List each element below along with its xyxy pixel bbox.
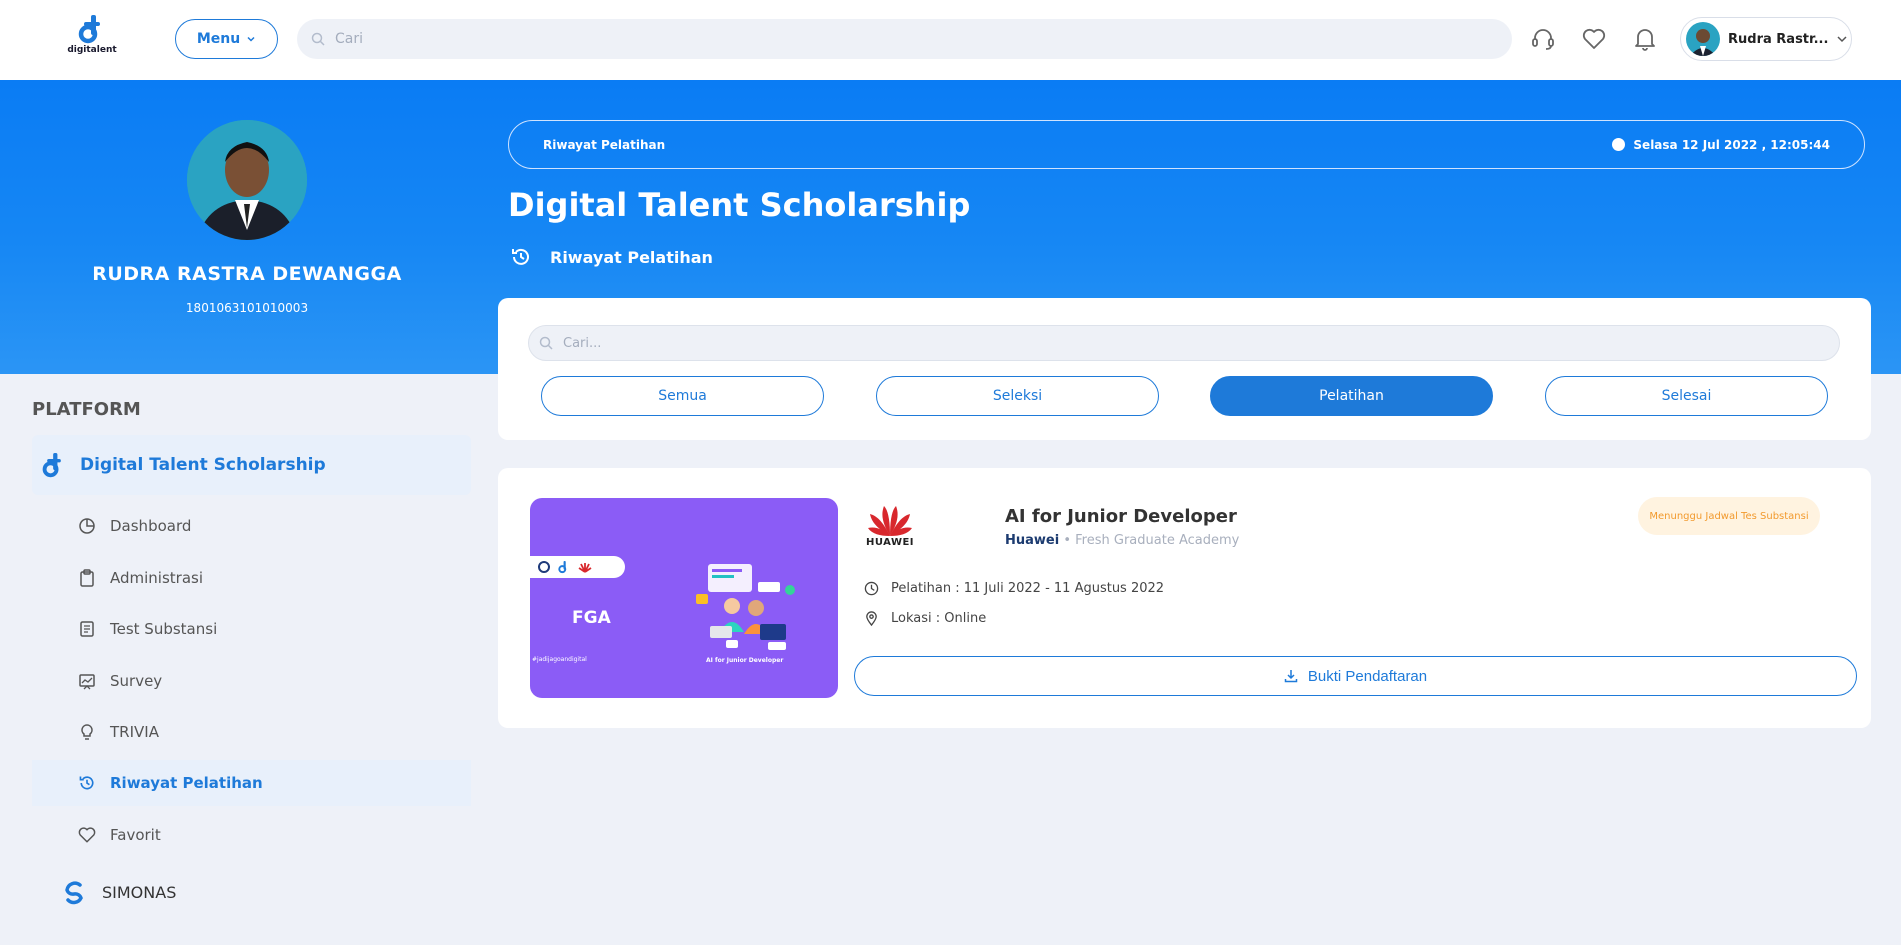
chevron-down-icon xyxy=(247,36,255,42)
sidebar-item-favorit[interactable]: Favorit xyxy=(32,812,471,858)
subtitle-text: Riwayat Pelatihan xyxy=(550,247,713,267)
huawei-petals-icon xyxy=(868,506,912,536)
favorite-heart-icon[interactable] xyxy=(1579,24,1609,54)
page-title: Digital Talent Scholarship xyxy=(508,186,971,224)
user-menu[interactable]: Rudra Rastr... xyxy=(1680,17,1852,61)
location-text: Lokasi : Online xyxy=(891,611,987,626)
download-icon xyxy=(1284,670,1298,683)
sidebar-item-label: Test Substansi xyxy=(110,620,218,638)
bukti-pendaftaran-button[interactable]: Bukti Pendaftaran xyxy=(854,656,1857,696)
chart-board-icon xyxy=(79,674,95,690)
tab-seleksi[interactable]: Seleksi xyxy=(876,376,1159,416)
simonas-logo-icon xyxy=(65,881,83,905)
search-placeholder: Cari xyxy=(335,31,363,47)
sidebar-item-digital-talent-scholarship[interactable]: Digital Talent Scholarship xyxy=(32,435,471,495)
academy-name: • Fresh Graduate Academy xyxy=(1063,533,1240,548)
search-icon xyxy=(539,336,553,350)
top-navbar: digitalent Menu Cari Rudra Rastr... xyxy=(0,0,1901,80)
developer-illustration-icon xyxy=(696,564,795,650)
sidebar-item-label: Favorit xyxy=(110,826,161,844)
chevron-down-icon xyxy=(1837,36,1847,43)
history-icon xyxy=(79,776,94,790)
avatar xyxy=(1686,22,1720,56)
sidebar-item-riwayat-pelatihan[interactable]: Riwayat Pelatihan xyxy=(32,760,471,806)
menu-button[interactable]: Menu xyxy=(175,19,278,59)
pie-chart-icon xyxy=(79,518,95,534)
datetime-text: Selasa 12 Jul 2022 , 12:05:44 xyxy=(1633,137,1830,152)
notification-bell-icon[interactable] xyxy=(1630,24,1660,54)
location-pin-icon xyxy=(866,611,877,626)
sidebar-item-label: TRIVIA xyxy=(110,723,159,741)
search-icon xyxy=(311,32,325,46)
support-headset-icon[interactable] xyxy=(1528,24,1558,54)
organizer-name: Huawei xyxy=(1005,533,1060,548)
tab-semua[interactable]: Semua xyxy=(541,376,824,416)
sidebar-item-label: Riwayat Pelatihan xyxy=(110,774,263,792)
breadcrumb: Riwayat Pelatihan Selasa 12 Jul 2022 , 1… xyxy=(508,120,1865,169)
course-thumbnail[interactable]: FGA #jadijagoandigital AI for Junior Dev… xyxy=(530,498,838,698)
global-search-input[interactable]: Cari xyxy=(297,19,1512,59)
sidebar-item-test-substansi[interactable]: Test Substansi xyxy=(32,606,471,652)
menu-label: Menu xyxy=(196,31,241,47)
thumbnail-fga-text: FGA xyxy=(572,608,611,628)
digitalent-logo[interactable]: digitalent xyxy=(66,14,118,60)
profile-name: RUDRA RASTRA DEWANGGA xyxy=(92,263,402,285)
sidebar-heading: PLATFORM xyxy=(32,399,141,420)
simonas-label: SIMONAS xyxy=(102,882,177,902)
digitalent-logo-icon xyxy=(558,561,567,574)
bukti-label: Bukti Pendaftaran xyxy=(1307,667,1428,685)
simonas-link[interactable]: SIMONAS xyxy=(60,878,176,906)
thumbnail-caption: AI for Junior Developer xyxy=(706,657,784,664)
course-title[interactable]: AI for Junior Developer xyxy=(1005,506,1237,527)
section-subtitle: Riwayat Pelatihan xyxy=(510,246,713,268)
training-search-input[interactable]: Cari... xyxy=(528,325,1840,361)
history-icon xyxy=(512,248,529,265)
schedule-text: Pelatihan : 11 Juli 2022 - 11 Agustus 20… xyxy=(891,581,1165,596)
sidebar-main-label: Digital Talent Scholarship xyxy=(80,455,326,475)
huawei-logo: HUAWEI xyxy=(864,502,916,554)
lightbulb-icon xyxy=(81,724,93,740)
heart-icon xyxy=(78,827,96,843)
course-schedule: Pelatihan : 11 Juli 2022 - 11 Agustus 20… xyxy=(864,581,1164,596)
profile-id: 1801063101010003 xyxy=(185,301,309,315)
course-card: FGA #jadijagoandigital AI for Junior Dev… xyxy=(498,468,1871,728)
sidebar-item-administrasi[interactable]: Administrasi xyxy=(32,555,471,601)
clock-icon xyxy=(864,581,879,596)
tab-selesai[interactable]: Selesai xyxy=(1545,376,1828,416)
sidebar-item-label: Administrasi xyxy=(110,569,204,587)
status-badge: Menunggu Jadwal Tes Substansi xyxy=(1638,497,1820,535)
profile-avatar xyxy=(187,120,307,240)
user-name: Rudra Rastr... xyxy=(1728,31,1829,47)
course-organizer: Huawei • Fresh Graduate Academy xyxy=(1005,533,1239,548)
tab-pelatihan[interactable]: Pelatihan xyxy=(1210,376,1493,416)
digitalent-logo-icon xyxy=(78,15,100,44)
kominfo-logo-icon xyxy=(538,561,550,573)
filter-card: Cari... Semua Seleksi Pelatihan Selesai xyxy=(498,298,1871,440)
digitalent-logo-icon xyxy=(42,453,61,478)
thumbnail-tagline: #jadijagoandigital xyxy=(532,656,587,663)
huawei-word: HUAWEI xyxy=(865,537,915,548)
huawei-logo-icon xyxy=(578,563,592,573)
sidebar-item-dashboard[interactable]: Dashboard xyxy=(32,503,471,549)
search-placeholder: Cari... xyxy=(563,335,602,351)
document-icon xyxy=(80,621,94,637)
sidebar-item-survey[interactable]: Survey xyxy=(32,658,471,704)
course-location: Lokasi : Online xyxy=(864,611,986,626)
sidebar-item-label: Survey xyxy=(110,672,163,690)
sidebar-item-trivia[interactable]: TRIVIA xyxy=(32,709,471,755)
logo-text: digitalent xyxy=(67,45,117,55)
clipboard-icon xyxy=(80,569,94,587)
datetime-display: Selasa 12 Jul 2022 , 12:05:44 xyxy=(1612,138,1830,152)
partner-logos xyxy=(530,556,625,578)
breadcrumb-label: Riwayat Pelatihan xyxy=(543,137,666,152)
sidebar-item-label: Dashboard xyxy=(110,517,192,535)
clock-dot-icon xyxy=(1612,138,1626,151)
